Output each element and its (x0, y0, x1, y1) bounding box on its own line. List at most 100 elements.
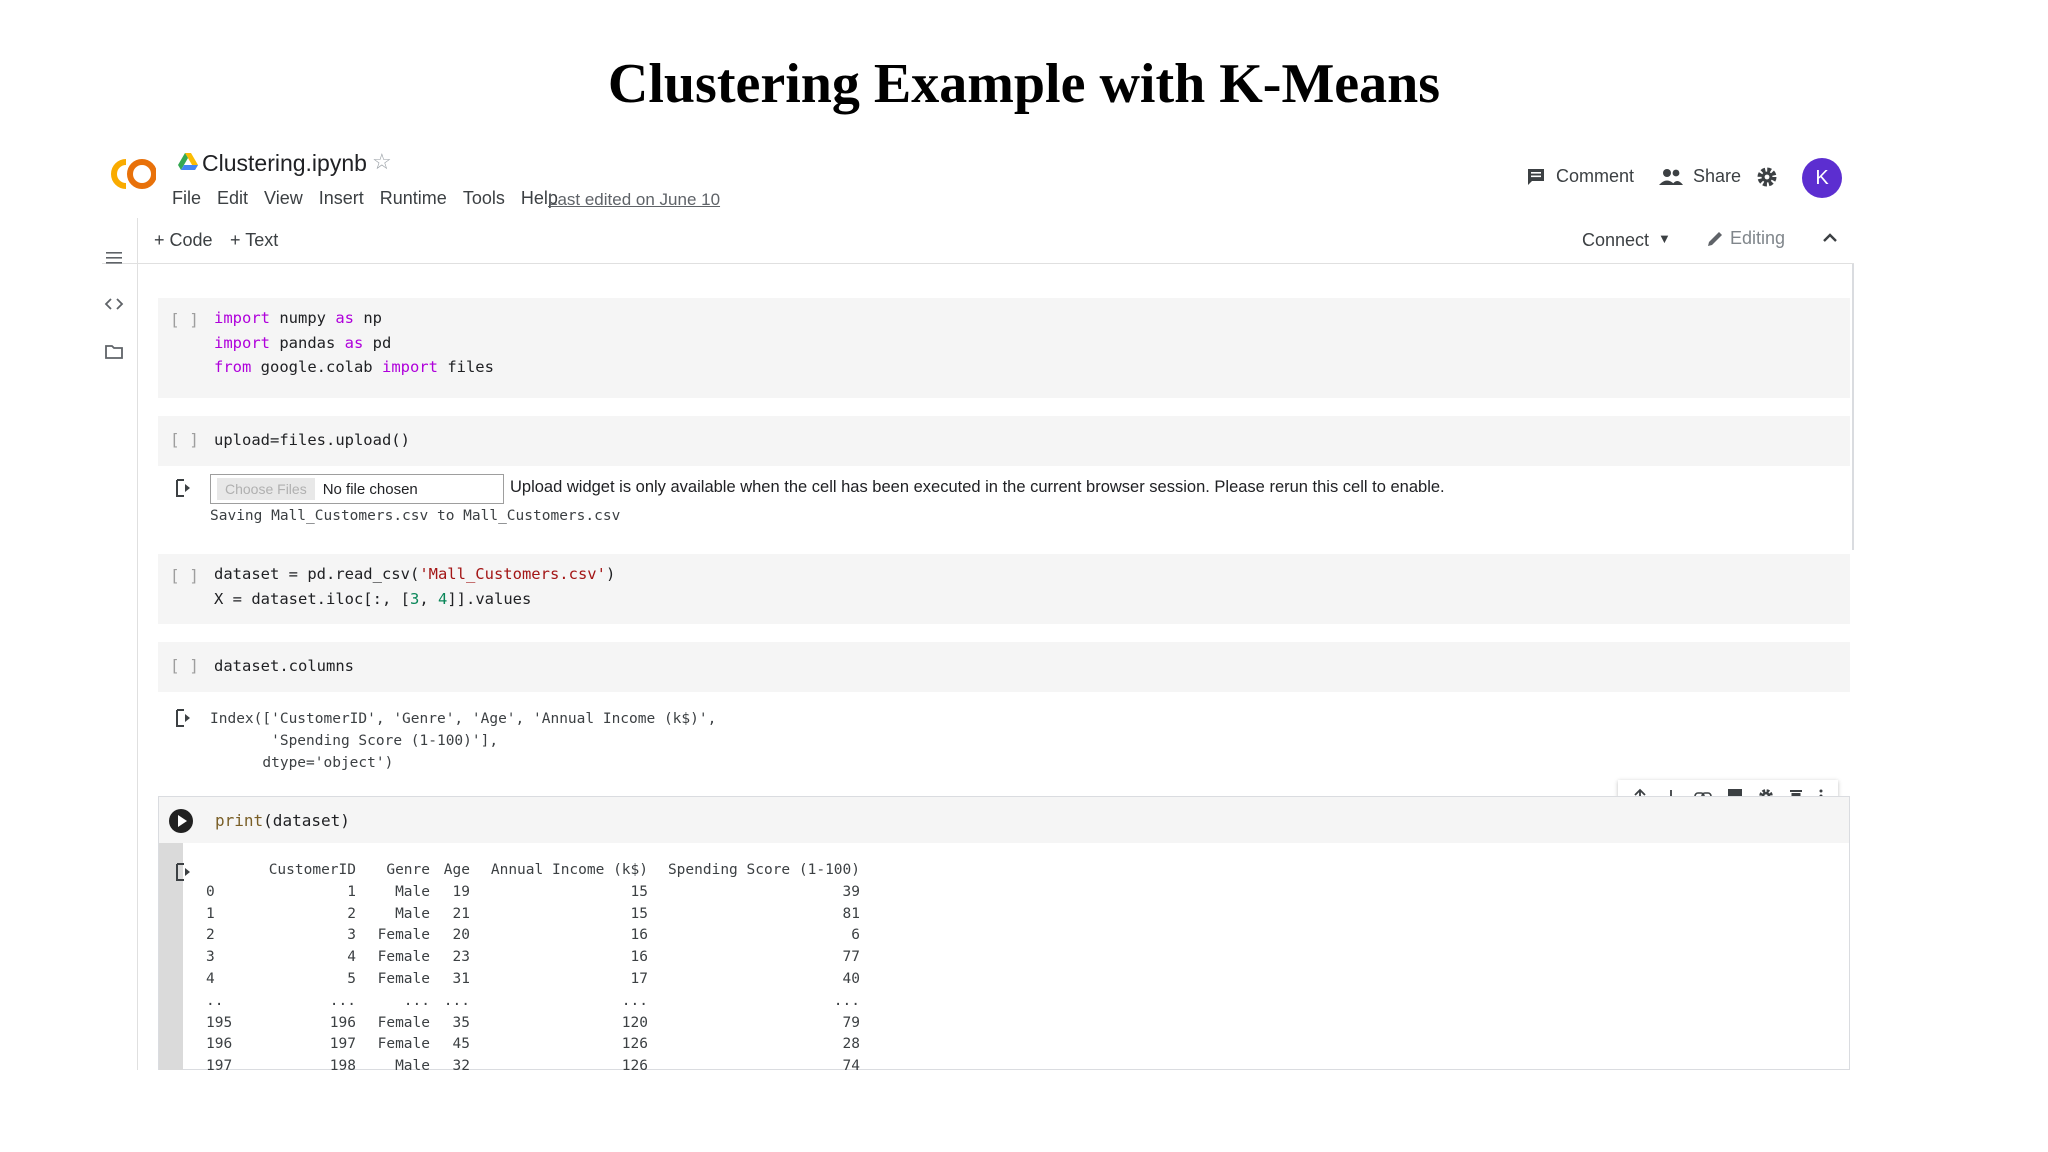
table-row: ................. (206, 991, 860, 1013)
code-cell-upload[interactable]: [ ] upload=files.upload() (158, 416, 1850, 466)
table-cell: 31 (452, 970, 470, 987)
table-cell: 74 (842, 1058, 860, 1070)
run-indicator[interactable]: [ ] (170, 656, 199, 675)
output-icon[interactable] (174, 862, 194, 882)
table-cell: 2 (206, 927, 215, 944)
table-cell: 3 (347, 927, 356, 944)
table-cell: 1 (206, 905, 215, 922)
output-line: 'Spending Score (1-100)'], (210, 733, 499, 749)
google-drive-icon (178, 153, 198, 170)
table-row: 0 1 Male 19 15 39 (206, 882, 860, 904)
code-editor[interactable]: print(dataset) (159, 797, 1849, 843)
menu-edit[interactable]: Edit (217, 188, 248, 209)
table-cell: Male (395, 905, 430, 922)
folder-icon[interactable] (104, 342, 124, 362)
table-cell: 77 (842, 949, 860, 966)
output-icon[interactable] (174, 708, 194, 728)
table-cell: Female (377, 927, 430, 944)
table-cell: .. (206, 992, 224, 1009)
comment-label: Comment (1556, 166, 1635, 186)
table-cell: Male (395, 1058, 430, 1070)
no-file-label: No file chosen (322, 480, 418, 498)
scrollbar[interactable] (1852, 264, 1854, 550)
index-header (206, 860, 256, 882)
code-editor[interactable]: dataset = pd.read_csv('Mall_Customers.cs… (214, 562, 615, 611)
table-cell: 45 (452, 1036, 470, 1053)
dataframe-output: CustomerID Genre Age Annual Income (k$) … (206, 860, 860, 1070)
table-cell: 197 (206, 1058, 233, 1070)
people-icon (1659, 168, 1683, 185)
table-cell: 4 (206, 970, 215, 987)
editing-button[interactable]: Editing (1706, 228, 1785, 249)
add-code-button[interactable]: + Code (154, 230, 213, 251)
table-cell: 40 (842, 970, 860, 987)
chevron-up-icon[interactable] (1818, 226, 1842, 250)
star-icon[interactable]: ☆ (372, 149, 392, 175)
table-header-row: CustomerID Genre Age Annual Income (k$) … (206, 860, 860, 882)
saving-output: Saving Mall_Customers.csv to Mall_Custom… (210, 508, 621, 524)
table-cell: 16 (630, 927, 648, 944)
table-cell: 5 (347, 970, 356, 987)
output-line: dtype='object') (210, 755, 394, 771)
table-row: 197 198 Male 32 126 74 (206, 1056, 860, 1070)
menu-view[interactable]: View (264, 188, 303, 209)
table-cell: 0 (206, 883, 215, 900)
share-button[interactable]: Share (1659, 166, 1741, 187)
toc-icon[interactable] (104, 248, 124, 268)
comment-icon (1528, 168, 1544, 185)
table-cell: 126 (621, 1036, 648, 1053)
code-editor[interactable]: upload=files.upload() (214, 428, 410, 453)
code-editor[interactable]: dataset.columns (214, 654, 354, 679)
table-cell: 126 (621, 1058, 648, 1070)
table-cell: Female (377, 949, 430, 966)
table-row: 196 197 Female 45 126 28 (206, 1034, 860, 1056)
menu-tools[interactable]: Tools (463, 188, 505, 209)
code-editor[interactable]: import numpy as np import pandas as pd f… (214, 306, 494, 380)
code-cell-columns[interactable]: [ ] dataset.columns (158, 642, 1850, 692)
table-cell: 195 (206, 1014, 233, 1031)
connect-button[interactable]: Connect (1582, 230, 1649, 251)
columns-output: Index(['CustomerID', 'Genre', 'Age', 'An… (210, 708, 716, 774)
table-cell: Female (377, 970, 430, 987)
colab-logo-icon[interactable] (106, 154, 156, 194)
add-text-button[interactable]: + Text (230, 230, 278, 251)
run-cell-button[interactable] (169, 809, 193, 833)
run-indicator[interactable]: [ ] (170, 430, 199, 449)
run-indicator[interactable]: [ ] (170, 310, 199, 329)
table-cell: 198 (329, 1058, 356, 1070)
avatar[interactable]: K (1802, 158, 1842, 198)
file-upload-widget[interactable]: Choose Files No file chosen (210, 474, 504, 504)
output-icon[interactable] (174, 478, 194, 498)
slide-title: Clustering Example with K-Means (607, 53, 1441, 115)
table-row: 4 5 Female 31 17 40 (206, 969, 860, 991)
left-rail (102, 218, 138, 1070)
notebook-toolbar: + Code + Text Connect ▼ Editing (102, 218, 1854, 264)
notebook-title[interactable]: Clustering.ipynb (202, 150, 367, 177)
run-indicator[interactable]: [ ] (170, 566, 199, 585)
menu-insert[interactable]: Insert (319, 188, 364, 209)
table-cell: 2 (347, 905, 356, 922)
column-header: Age (443, 862, 470, 878)
table-cell: 196 (206, 1036, 233, 1053)
last-edited-link[interactable]: Last edited on June 10 (548, 190, 720, 210)
code-cell-read-csv[interactable]: [ ] dataset = pd.read_csv('Mall_Customer… (158, 554, 1850, 624)
table-cell: 17 (630, 970, 648, 987)
column-header: CustomerID (268, 862, 356, 878)
comment-button[interactable]: Comment (1526, 166, 1634, 187)
table-cell: ... (833, 992, 860, 1009)
table-cell: 16 (630, 949, 648, 966)
caret-down-icon[interactable]: ▼ (1658, 231, 1671, 246)
code-line: print(dataset) (215, 811, 350, 830)
table-cell: 19 (452, 883, 470, 900)
table-cell: 21 (452, 905, 470, 922)
menu-runtime[interactable]: Runtime (380, 188, 447, 209)
table-row: 1 2 Male 21 15 81 (206, 904, 860, 926)
code-snippets-icon[interactable] (104, 294, 124, 314)
table-cell: Female (377, 1014, 430, 1031)
gear-icon[interactable] (1756, 166, 1778, 188)
menu-file[interactable]: File (172, 188, 201, 209)
table-cell: 1 (347, 883, 356, 900)
code-cell-imports[interactable]: [ ] import numpy as np import pandas as … (158, 298, 1850, 398)
choose-files-button[interactable]: Choose Files (217, 478, 315, 500)
table-row: 195 196 Female 35 120 79 (206, 1013, 860, 1035)
